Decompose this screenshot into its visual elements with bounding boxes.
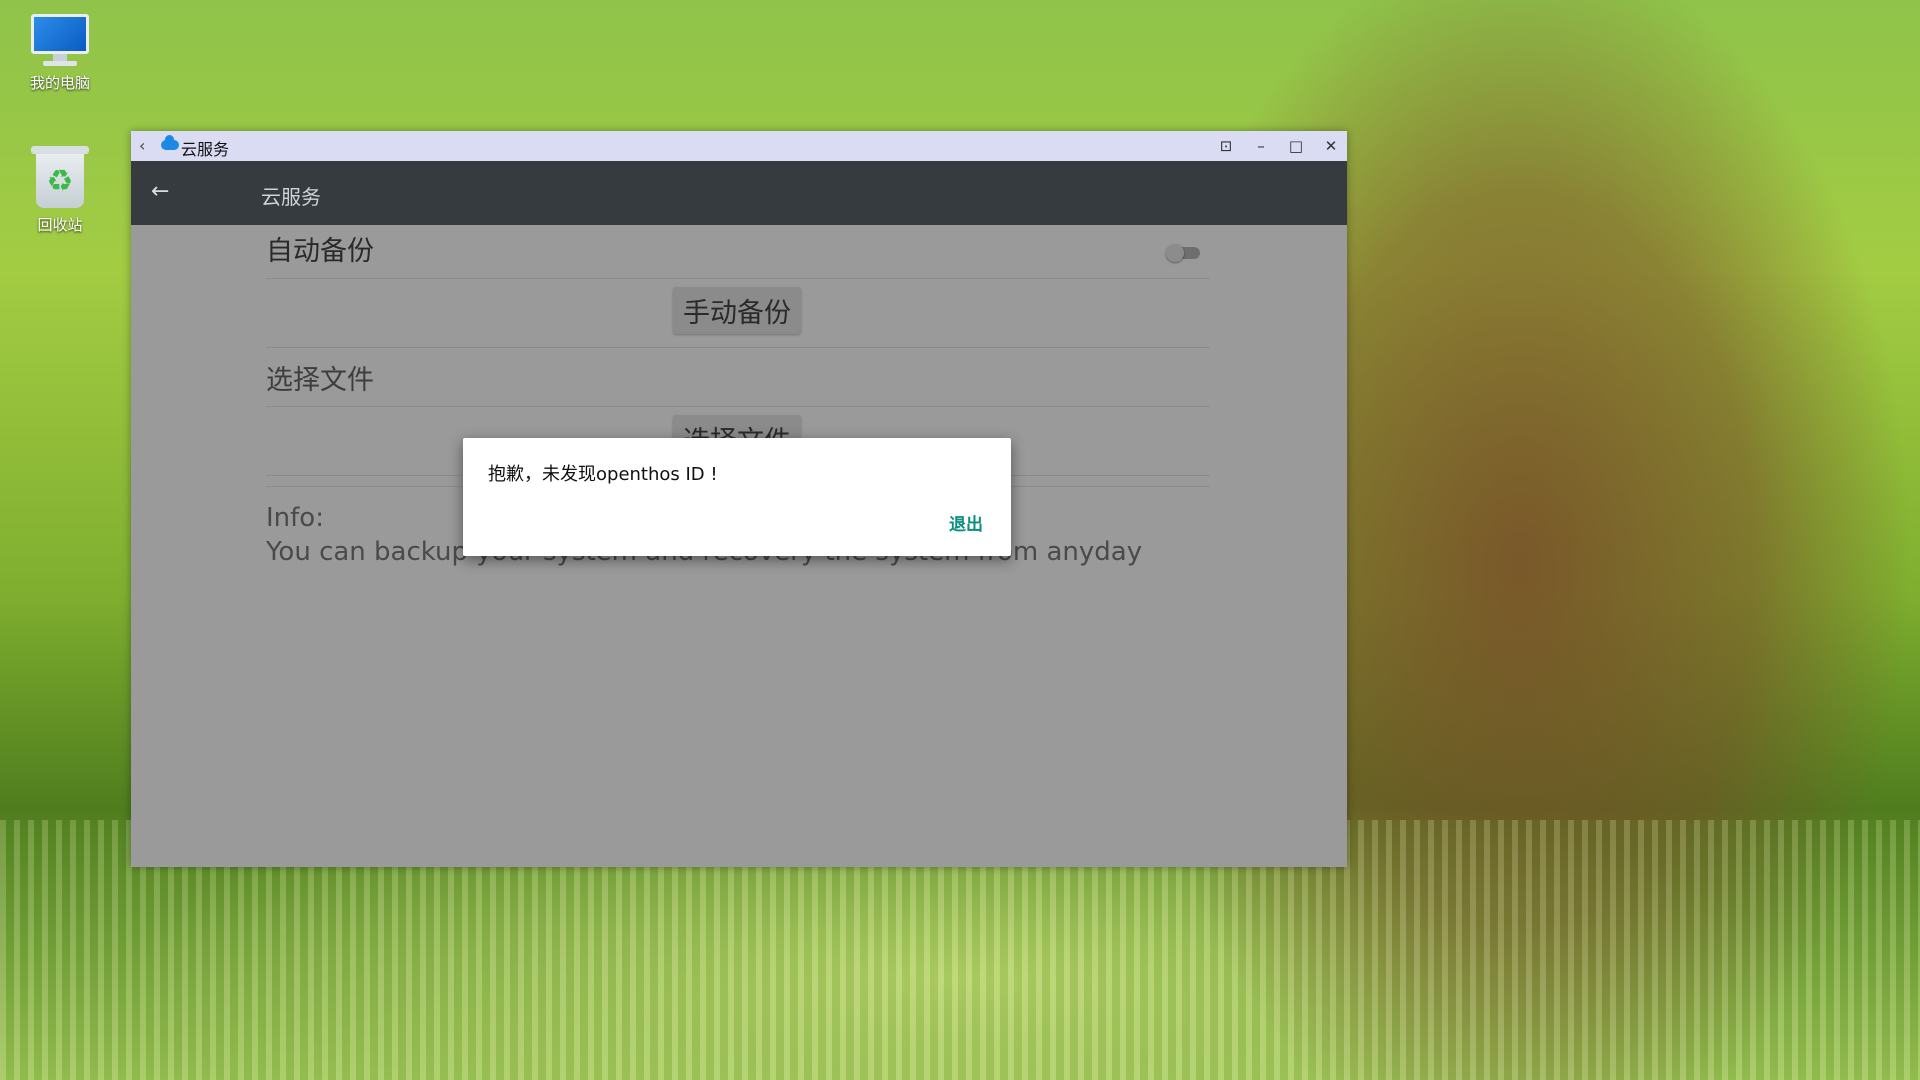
window-title: 云服务: [181, 140, 230, 159]
maximize-icon[interactable]: □: [1282, 134, 1310, 158]
desktop-icon-label: 回收站: [37, 216, 83, 234]
back-arrow-icon[interactable]: ←: [151, 179, 169, 204]
select-file-label: 选择文件: [266, 365, 374, 396]
computer-icon: [29, 14, 91, 66]
minimize-icon[interactable]: –: [1247, 134, 1275, 158]
chevron-left-icon[interactable]: ‹: [139, 136, 145, 155]
manual-backup-button[interactable]: 手动备份: [673, 287, 801, 334]
desktop-icon-my-computer[interactable]: 我的电脑: [10, 14, 110, 93]
divider: [266, 406, 1210, 407]
close-icon[interactable]: ✕: [1317, 134, 1345, 158]
divider: [266, 347, 1210, 348]
auto-backup-label: 自动备份: [266, 236, 374, 267]
recycle-bin-icon: ♻: [31, 142, 89, 208]
toolbar-title: 云服务: [261, 185, 321, 209]
desktop-icon-recycle-bin[interactable]: ♻ 回收站: [10, 142, 110, 235]
alert-dialog: 抱歉，未发现openthos ID ! 退出: [463, 438, 1011, 556]
dialog-message: 抱歉，未发现openthos ID !: [488, 464, 718, 485]
desktop-icon-label: 我的电脑: [29, 74, 90, 92]
auto-backup-toggle[interactable]: [1166, 244, 1200, 262]
app-toolbar: ← 云服务: [131, 161, 1347, 225]
pin-icon[interactable]: ⊡: [1212, 134, 1240, 158]
cloud-icon: [161, 135, 179, 150]
window-titlebar[interactable]: ‹ 云服务 ⊡ – □ ✕: [131, 131, 1347, 161]
exit-button[interactable]: 退出: [949, 510, 983, 535]
divider: [266, 278, 1210, 279]
